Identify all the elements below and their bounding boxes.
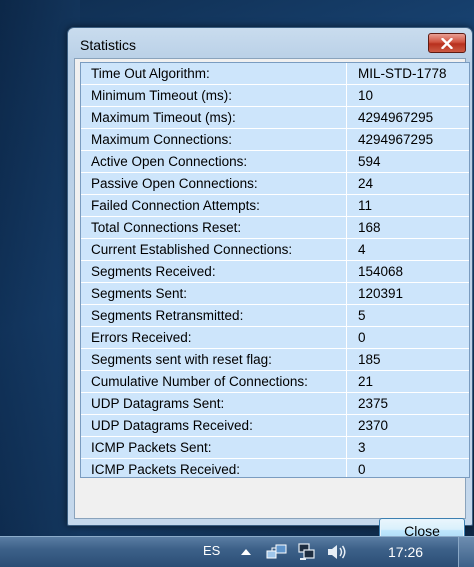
stat-row[interactable]: Segments Received: 154068 <box>81 261 469 283</box>
stat-name: Failed Connection Attempts: <box>81 195 347 216</box>
stat-value: 594 <box>358 154 381 169</box>
stat-value: 168 <box>358 220 381 235</box>
dialog-body: Time Out Algorithm: MIL-STD-1778 Minimum T… <box>74 58 470 543</box>
stat-row[interactable]: ICMP Packets Sent: 3 <box>81 437 469 459</box>
stat-row[interactable]: Time Out Algorithm: MIL-STD-1778 <box>81 63 469 85</box>
stat-name: Active Open Connections: <box>81 151 347 172</box>
volume-icon[interactable] <box>326 543 348 561</box>
stat-name: Segments Retransmitted: <box>81 305 347 326</box>
stat-row[interactable]: Segments sent with reset flag: 185 <box>81 349 469 371</box>
statistics-list[interactable]: Time Out Algorithm: MIL-STD-1778 Minimum T… <box>80 62 470 478</box>
stat-row[interactable]: Total Connections Reset: 168 <box>81 217 469 239</box>
stat-row[interactable]: ICMP Packets Received: 0 <box>81 459 469 477</box>
stat-value: 21 <box>358 374 374 389</box>
stat-value: 24 <box>358 176 374 191</box>
stat-name: Total Connections Reset: <box>81 217 347 238</box>
window-title: Statistics <box>80 37 137 53</box>
stat-row[interactable]: Current Established Connections: 4 <box>81 239 469 261</box>
stat-value: 185 <box>358 352 381 367</box>
network-share-icon[interactable] <box>266 543 288 561</box>
stat-name: UDP Datagrams Received: <box>81 415 347 436</box>
language-indicator[interactable]: ES <box>203 543 220 558</box>
stat-row[interactable]: UDP Datagrams Received: 2370 <box>81 415 469 437</box>
stat-name: Segments sent with reset flag: <box>81 349 347 370</box>
stat-name: ICMP Packets Received: <box>81 459 347 477</box>
stat-value: 2375 <box>358 396 389 411</box>
stat-name: Segments Sent: <box>81 283 347 304</box>
stat-row[interactable]: Errors Received: 0 <box>81 327 469 349</box>
stat-value: 5 <box>358 308 366 323</box>
stat-row[interactable]: Segments Retransmitted: 5 <box>81 305 469 327</box>
stat-value: 11 <box>358 198 373 213</box>
stat-row[interactable]: Failed Connection Attempts: 11 <box>81 195 469 217</box>
stat-name: Time Out Algorithm: <box>81 63 347 84</box>
stat-value: 10 <box>358 88 374 103</box>
stat-value: 120391 <box>358 286 404 301</box>
stat-row[interactable]: Active Open Connections: 594 <box>81 151 469 173</box>
stat-value: 4294967295 <box>358 110 434 125</box>
stat-value: MIL-STD-1778 <box>358 66 447 81</box>
title-bar[interactable]: Statistics <box>68 28 472 58</box>
stat-name: Cumulative Number of Connections: <box>81 371 347 392</box>
stat-name: Segments Received: <box>81 261 347 282</box>
stat-row[interactable]: Segments Sent: 120391 <box>81 283 469 305</box>
stat-name: Current Established Connections: <box>81 239 347 260</box>
window-close-button[interactable] <box>428 33 466 53</box>
close-icon <box>441 37 453 49</box>
stat-value: 0 <box>358 330 366 345</box>
stat-name: Errors Received: <box>81 327 347 348</box>
clock[interactable]: 17:26 <box>388 544 423 560</box>
stat-name: ICMP Packets Sent: <box>81 437 347 458</box>
stat-value: 0 <box>358 462 366 477</box>
stat-value: 3 <box>358 440 366 455</box>
stat-row[interactable]: Maximum Connections: 4294967295 <box>81 129 469 151</box>
stat-name: Maximum Timeout (ms): <box>81 107 347 128</box>
stat-value: 2370 <box>358 418 389 433</box>
stat-value: 154068 <box>358 264 404 279</box>
stat-row[interactable]: Passive Open Connections: 24 <box>81 173 469 195</box>
stat-value: 4294967295 <box>358 132 434 147</box>
show-hidden-icons-arrow-icon[interactable] <box>240 548 252 556</box>
taskbar: ES 17:26 <box>0 536 474 567</box>
show-desktop-button[interactable] <box>458 537 474 567</box>
stat-row[interactable]: UDP Datagrams Sent: 2375 <box>81 393 469 415</box>
stat-name: Maximum Connections: <box>81 129 347 150</box>
stat-row[interactable]: Maximum Timeout (ms): 4294967295 <box>81 107 469 129</box>
stat-name: Passive Open Connections: <box>81 173 347 194</box>
stat-row[interactable]: Cumulative Number of Connections: 21 <box>81 371 469 393</box>
stat-name: Minimum Timeout (ms): <box>81 85 347 106</box>
stat-row[interactable]: Minimum Timeout (ms): 10 <box>81 85 469 107</box>
statistics-dialog: Statistics Time Out Algorithm: MIL-STD-17… <box>67 27 473 543</box>
stat-name: UDP Datagrams Sent: <box>81 393 347 414</box>
stat-value: 4 <box>358 242 366 257</box>
network-icon[interactable] <box>297 543 317 561</box>
